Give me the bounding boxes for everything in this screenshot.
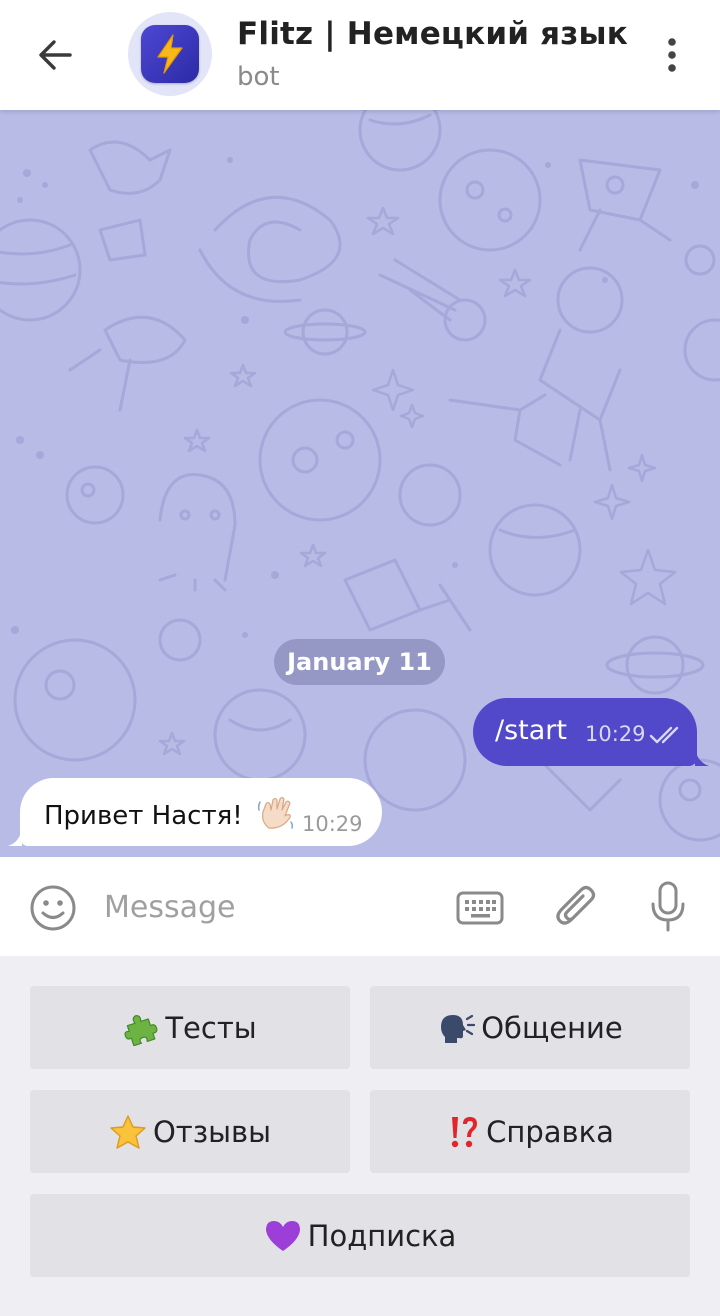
keyboard-button-tests[interactable]: Тесты	[30, 986, 350, 1069]
keyboard-button-subscription[interactable]: Подписка	[30, 1194, 690, 1277]
bot-keyboard-toggle-button[interactable]	[452, 883, 508, 933]
message-time: 10:29	[585, 722, 646, 746]
date-separator: January 11	[274, 639, 445, 685]
star-icon	[109, 1114, 147, 1150]
bubble-tail	[695, 748, 709, 766]
chat-subtitle: bot	[237, 62, 280, 92]
waving-hand-icon	[257, 796, 294, 829]
back-button[interactable]	[30, 30, 80, 80]
keyboard-button-label: Тесты	[165, 1010, 257, 1045]
lightning-bolt-icon	[157, 34, 183, 74]
speaking-head-icon	[437, 1011, 476, 1045]
paperclip-icon	[556, 885, 596, 925]
message-text: /start	[495, 715, 567, 746]
smiley-icon	[30, 885, 76, 931]
bot-avatar[interactable]	[128, 12, 212, 96]
keyboard-button-label: Справка	[486, 1114, 614, 1149]
keyboard-button-label: Отзывы	[152, 1114, 272, 1149]
message-text-content: Привет Настя!	[44, 801, 243, 831]
attach-button[interactable]	[548, 879, 604, 935]
chat-header: Flitz | Немецкий язык bot	[0, 0, 720, 110]
keyboard-button-reviews[interactable]: Отзывы	[30, 1090, 350, 1173]
bubble-tail	[8, 828, 22, 846]
incoming-message-bubble[interactable]: Привет Настя! 10:29	[8, 778, 382, 846]
keyboard-icon	[456, 891, 504, 925]
chat-messages-area[interactable]: January 11 /start 10:29 Привет Настя! 10…	[0, 110, 720, 857]
message-input[interactable]	[104, 885, 424, 929]
double-check-icon	[649, 726, 679, 744]
outgoing-message-bubble[interactable]: /start 10:29	[473, 698, 709, 766]
message-input-bar	[0, 857, 720, 956]
more-menu-button[interactable]	[650, 30, 694, 80]
bot-reply-keyboard: Тесты Общение Отзывы Справка Подписка	[0, 956, 720, 1316]
purple-heart-icon	[264, 1219, 302, 1253]
emoji-button[interactable]	[26, 881, 80, 935]
keyboard-button-label: Подписка	[307, 1218, 457, 1253]
chat-title[interactable]: Flitz | Немецкий язык	[237, 16, 628, 52]
keyboard-button-communication[interactable]: Общение	[370, 986, 690, 1069]
puzzle-piece-icon	[123, 1010, 159, 1046]
lightning-logo	[141, 25, 199, 83]
microphone-button[interactable]	[640, 877, 696, 937]
arrow-left-icon	[39, 40, 72, 70]
more-vertical-icon	[668, 38, 676, 72]
microphone-icon	[651, 881, 685, 932]
keyboard-button-help[interactable]: Справка	[370, 1090, 690, 1173]
keyboard-button-label: Общение	[481, 1010, 623, 1045]
message-text: Привет Настя!	[44, 796, 295, 832]
message-time: 10:29	[302, 812, 363, 836]
exclamation-question-icon	[446, 1114, 480, 1150]
